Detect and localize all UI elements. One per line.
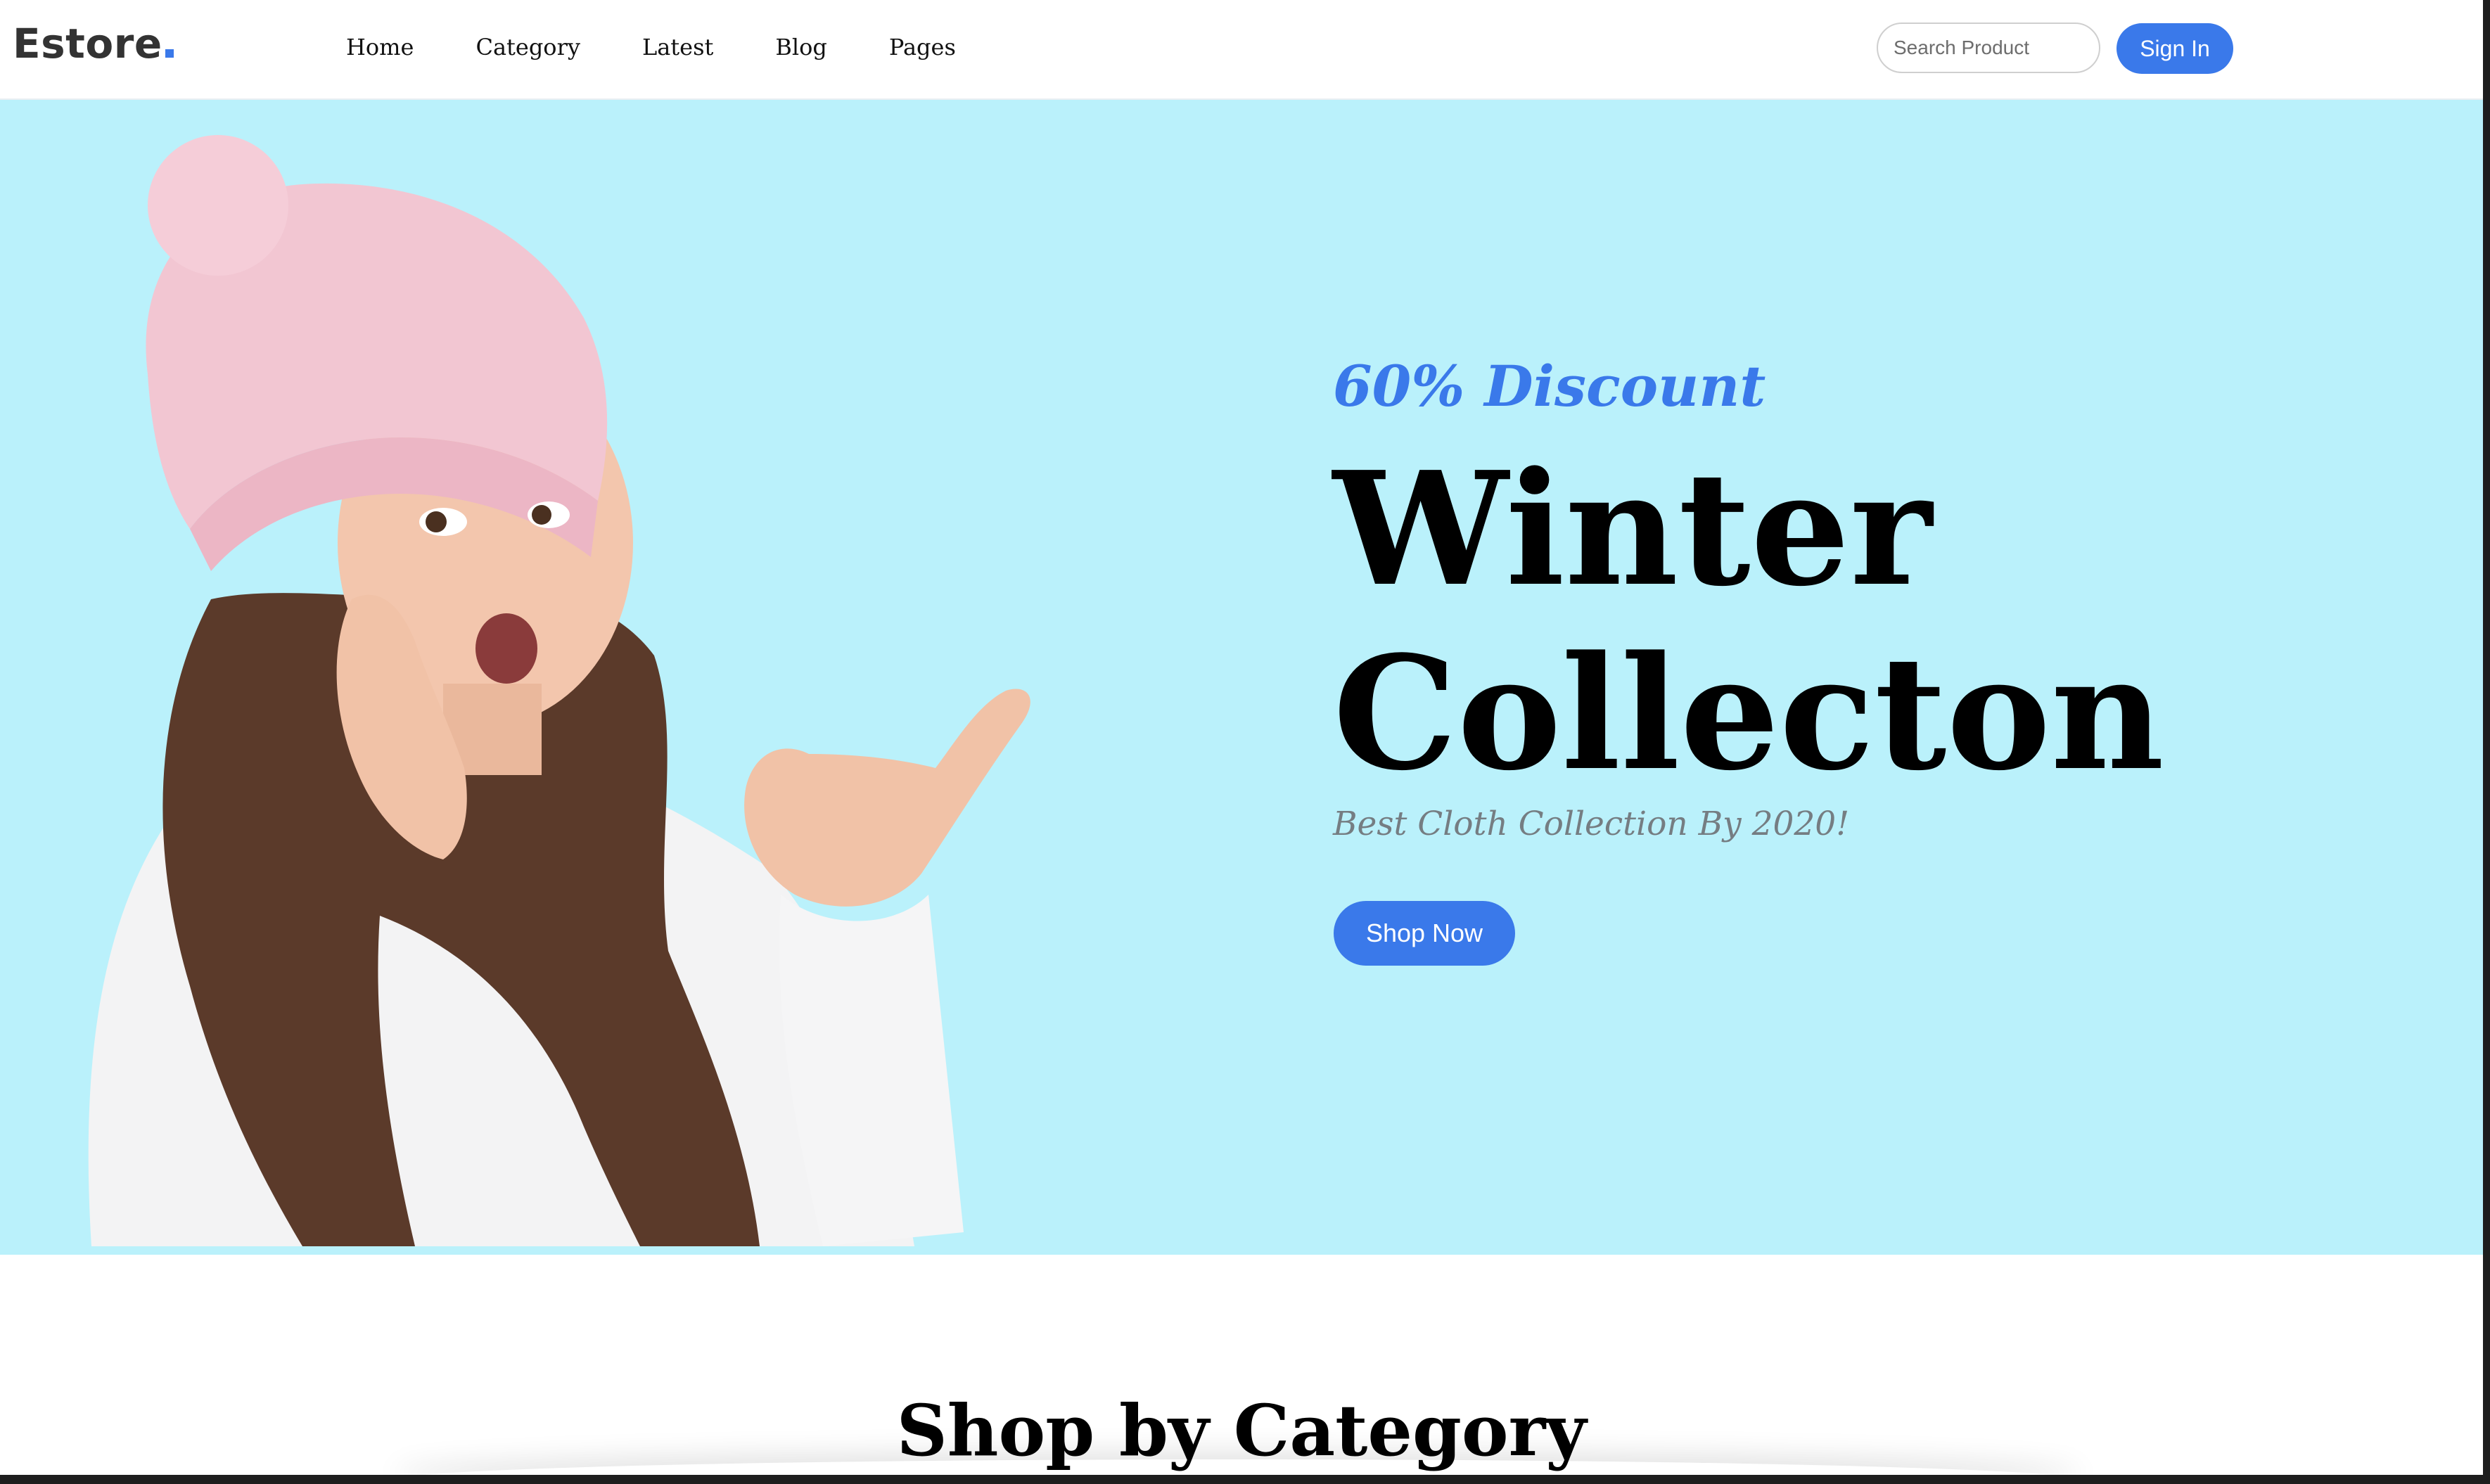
discount-label: 60% Discount (1333, 353, 1766, 419)
nav-latest[interactable]: Latest (642, 34, 713, 60)
nav-pages[interactable]: Pages (889, 34, 956, 60)
shop-now-button[interactable]: Shop Now (1334, 901, 1515, 966)
section-title: Shop by Category (896, 1389, 1587, 1472)
hero-model-image (88, 135, 1030, 1246)
hero-title-line2: Collecton (1333, 622, 2164, 805)
hero-banner: 60% Discount Winter Collecton Best Cloth… (0, 100, 2483, 1255)
nav-blog[interactable]: Blog (775, 34, 827, 60)
hero-subtitle: Best Cloth Collection By 2020! (1333, 805, 1850, 843)
site-header: Estore Home Category Latest Blog Pages S… (0, 0, 2483, 100)
hero-title: Winter Collecton (1333, 437, 2388, 806)
logo[interactable]: Estore (13, 20, 174, 68)
search-input[interactable] (1877, 23, 2100, 73)
sign-in-button[interactable]: Sign In (2116, 23, 2233, 74)
window-edge-right (2483, 0, 2490, 1484)
window-edge-bottom (0, 1475, 2490, 1484)
page: Estore Home Category Latest Blog Pages S… (0, 0, 2483, 1475)
logo-dot-icon (165, 49, 174, 58)
nav-category[interactable]: Category (475, 34, 580, 60)
hero-title-line1: Winter (1333, 438, 1932, 621)
nav-home[interactable]: Home (346, 34, 414, 60)
logo-text: Estore (13, 20, 162, 68)
main-nav: Home Category Latest Blog Pages (346, 34, 1018, 60)
